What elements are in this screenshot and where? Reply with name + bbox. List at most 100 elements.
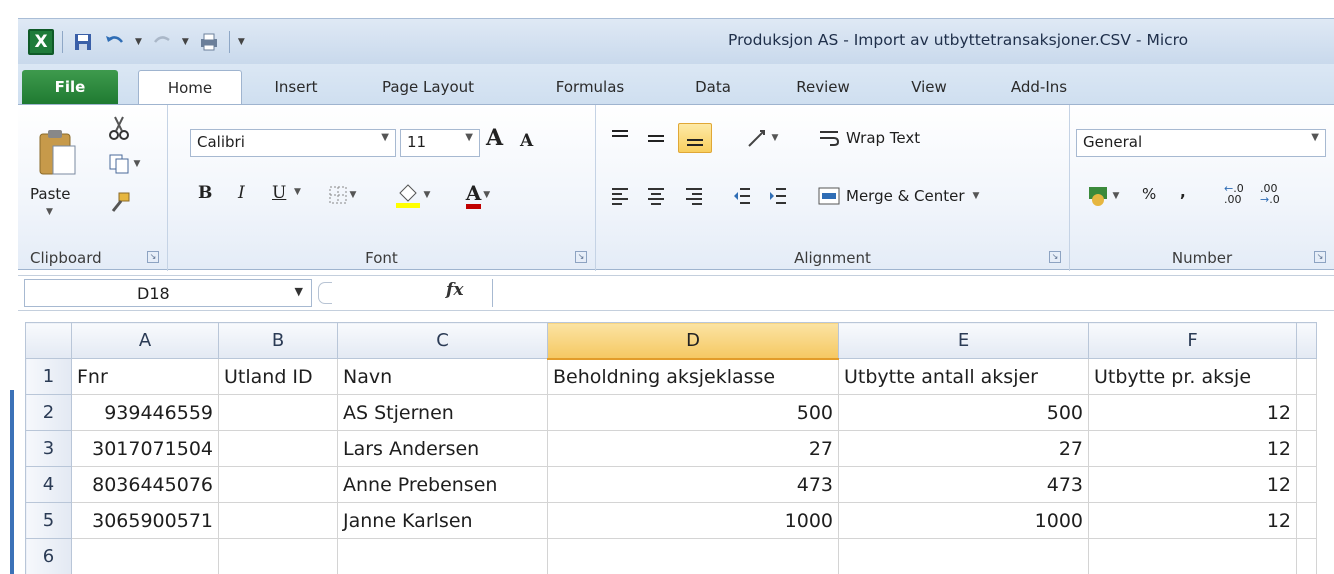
cell-b1[interactable]: Utland ID bbox=[218, 358, 338, 395]
fill-color-button[interactable]: ▼ bbox=[384, 179, 440, 211]
save-icon[interactable] bbox=[71, 30, 95, 54]
align-top-icon[interactable] bbox=[604, 123, 636, 153]
excel-icon[interactable]: X bbox=[28, 29, 54, 55]
cell-f1[interactable]: Utbytte pr. aksje bbox=[1088, 358, 1297, 395]
cell-a6[interactable] bbox=[71, 538, 219, 574]
cell-f6[interactable] bbox=[1088, 538, 1297, 574]
underline-dropdown-icon[interactable]: ▼ bbox=[294, 187, 301, 197]
cell-a2[interactable]: 939446559 bbox=[71, 394, 219, 431]
number-launcher-icon[interactable]: ↘ bbox=[1314, 251, 1326, 263]
paste-dropdown-icon[interactable]: ▼ bbox=[46, 207, 53, 217]
cell-g2[interactable] bbox=[1296, 394, 1317, 431]
cell-d3[interactable]: 27 bbox=[547, 430, 839, 467]
cell-g3[interactable] bbox=[1296, 430, 1317, 467]
orientation-icon[interactable]: ▼ bbox=[738, 123, 786, 153]
column-header-b[interactable]: B bbox=[218, 322, 338, 359]
format-painter-icon[interactable] bbox=[102, 187, 136, 217]
cell-c4[interactable]: Anne Prebensen bbox=[337, 466, 548, 503]
cell-g5[interactable] bbox=[1296, 502, 1317, 539]
align-center-icon[interactable] bbox=[640, 181, 672, 211]
borders-button[interactable]: ▼ bbox=[318, 181, 366, 209]
column-header-c[interactable]: C bbox=[337, 322, 548, 359]
cell-b3[interactable] bbox=[218, 430, 338, 467]
cell-e4[interactable]: 473 bbox=[838, 466, 1089, 503]
row-header[interactable]: 2 bbox=[25, 394, 72, 431]
tab-data[interactable]: Data bbox=[678, 70, 748, 104]
undo-dropdown-icon[interactable]: ▼ bbox=[135, 37, 142, 47]
comma-style-button[interactable]: , bbox=[1180, 183, 1186, 201]
column-header-d[interactable]: D bbox=[547, 322, 839, 360]
cell-c2[interactable]: AS Stjernen bbox=[337, 394, 548, 431]
cell-c3[interactable]: Lars Andersen bbox=[337, 430, 548, 467]
cut-icon[interactable] bbox=[102, 113, 136, 143]
align-left-icon[interactable] bbox=[604, 181, 636, 211]
paste-button[interactable] bbox=[32, 113, 82, 193]
redo-dropdown-icon[interactable]: ▼ bbox=[182, 37, 189, 47]
cell-b4[interactable] bbox=[218, 466, 338, 503]
cell-g4[interactable] bbox=[1296, 466, 1317, 503]
tab-view[interactable]: View bbox=[894, 70, 964, 104]
cell-c6[interactable] bbox=[337, 538, 548, 574]
alignment-launcher-icon[interactable]: ↘ bbox=[1049, 251, 1061, 263]
cell-c5[interactable]: Janne Karlsen bbox=[337, 502, 548, 539]
italic-button[interactable]: I bbox=[238, 183, 245, 203]
cell-f3[interactable]: 12 bbox=[1088, 430, 1297, 467]
cell-d5[interactable]: 1000 bbox=[547, 502, 839, 539]
percent-style-button[interactable]: % bbox=[1142, 185, 1156, 203]
row-header[interactable]: 1 bbox=[25, 358, 72, 395]
decrease-decimal-button[interactable]: .00 →.0 bbox=[1260, 183, 1280, 205]
clipboard-launcher-icon[interactable]: ↘ bbox=[147, 251, 159, 263]
cell-a1[interactable]: Fnr bbox=[71, 358, 219, 395]
cell-f4[interactable]: 12 bbox=[1088, 466, 1297, 503]
row-header[interactable]: 6 bbox=[25, 538, 72, 574]
merge-center-button[interactable]: Merge & Center ▼ bbox=[818, 181, 1038, 211]
row-header[interactable]: 3 bbox=[25, 430, 72, 467]
cell-e6[interactable] bbox=[838, 538, 1089, 574]
cell-c1[interactable]: Navn bbox=[337, 358, 548, 395]
cell-g6[interactable] bbox=[1296, 538, 1317, 574]
cell-b5[interactable] bbox=[218, 502, 338, 539]
column-header-f[interactable]: F bbox=[1088, 322, 1297, 359]
cell-a4[interactable]: 8036445076 bbox=[71, 466, 219, 503]
font-size-combo[interactable]: 11 ▼ bbox=[400, 129, 480, 157]
tab-insert[interactable]: Insert bbox=[254, 70, 338, 104]
select-all-corner[interactable] bbox=[25, 322, 72, 359]
align-middle-icon[interactable] bbox=[640, 123, 672, 153]
cell-e3[interactable]: 27 bbox=[838, 430, 1089, 467]
increase-indent-icon[interactable] bbox=[762, 181, 794, 211]
bold-button[interactable]: B bbox=[198, 183, 212, 203]
tab-add-ins[interactable]: Add-Ins bbox=[994, 70, 1084, 104]
copy-icon[interactable]: ▼ bbox=[102, 149, 146, 179]
customize-qat-icon[interactable]: ▼ bbox=[238, 37, 245, 47]
print-preview-icon[interactable] bbox=[197, 30, 221, 54]
cell-d6[interactable] bbox=[547, 538, 839, 574]
cell-a5[interactable]: 3065900571 bbox=[71, 502, 219, 539]
cell-a3[interactable]: 3017071504 bbox=[71, 430, 219, 467]
align-right-icon[interactable] bbox=[678, 181, 710, 211]
column-header-a[interactable]: A bbox=[71, 322, 219, 359]
tab-formulas[interactable]: Formulas bbox=[538, 70, 642, 104]
tab-home[interactable]: Home bbox=[138, 70, 242, 104]
cell-e2[interactable]: 500 bbox=[838, 394, 1089, 431]
underline-button[interactable]: U bbox=[272, 183, 286, 203]
wrap-text-button[interactable]: Wrap Text bbox=[818, 123, 968, 153]
column-header-e[interactable]: E bbox=[838, 322, 1089, 359]
cell-d1[interactable]: Beholdning aksjeklasse bbox=[547, 358, 839, 395]
cell-b6[interactable] bbox=[218, 538, 338, 574]
tab-file[interactable]: File bbox=[22, 70, 118, 104]
cell-e5[interactable]: 1000 bbox=[838, 502, 1089, 539]
undo-icon[interactable] bbox=[103, 30, 127, 54]
cell-f2[interactable]: 12 bbox=[1088, 394, 1297, 431]
row-header[interactable]: 4 bbox=[25, 466, 72, 503]
number-format-combo[interactable]: General ▼ bbox=[1076, 129, 1326, 157]
cell-f5[interactable]: 12 bbox=[1088, 502, 1297, 539]
decrease-indent-icon[interactable] bbox=[726, 181, 758, 211]
tab-review[interactable]: Review bbox=[778, 70, 868, 104]
shrink-font-button[interactable]: A bbox=[520, 131, 533, 151]
accounting-format-button[interactable]: ▼ bbox=[1078, 181, 1128, 211]
cell-e1[interactable]: Utbytte antall aksjer bbox=[838, 358, 1089, 395]
font-color-button[interactable]: A ▼ bbox=[450, 179, 506, 211]
grow-font-button[interactable]: A bbox=[486, 125, 503, 151]
font-name-combo[interactable]: Calibri ▼ bbox=[190, 129, 396, 157]
name-box[interactable]: D18 ▼ bbox=[24, 279, 312, 307]
